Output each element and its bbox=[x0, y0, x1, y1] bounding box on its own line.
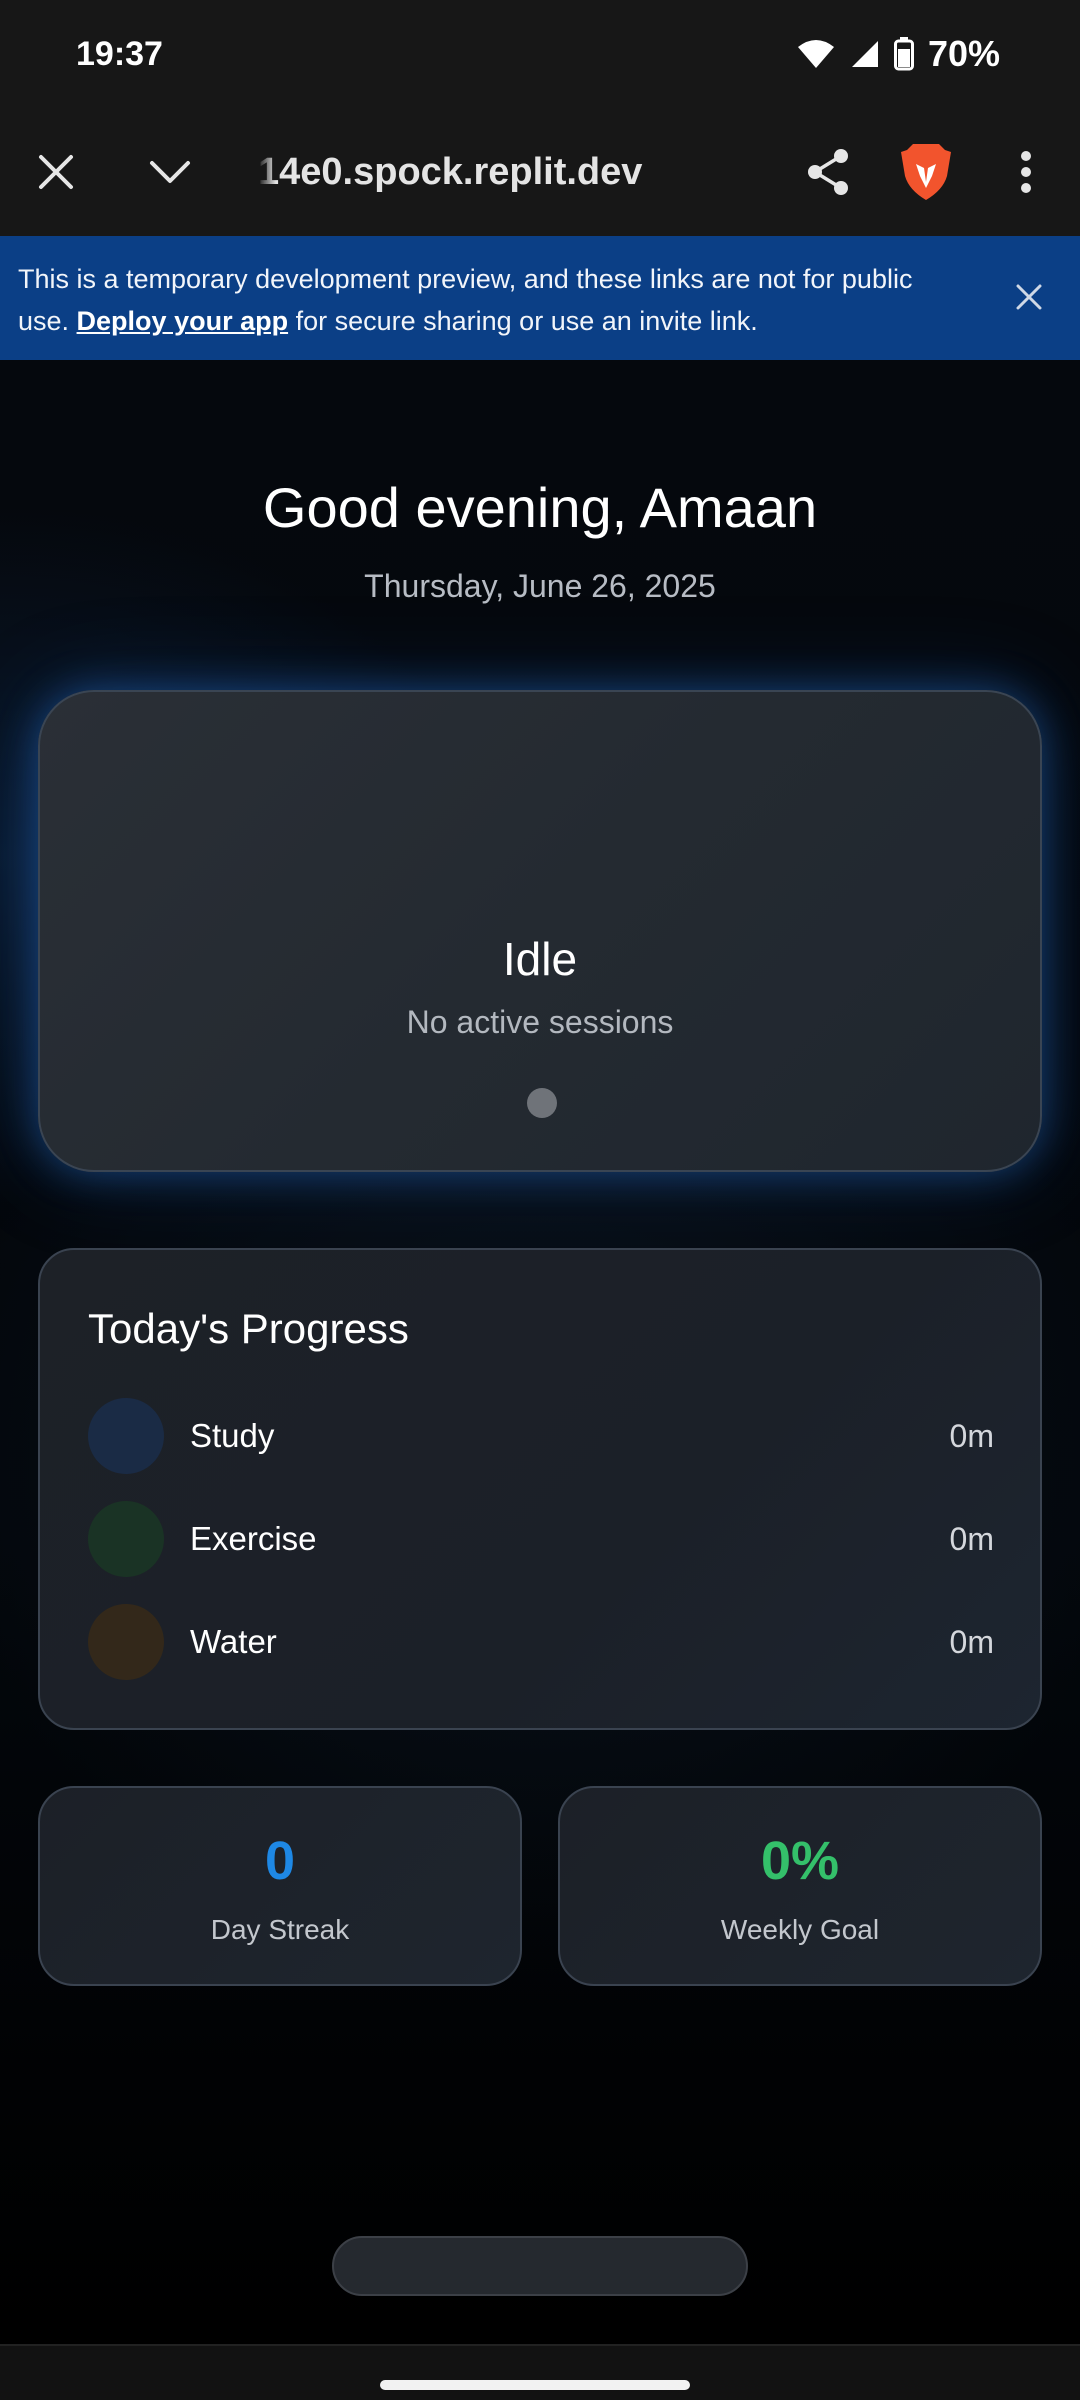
study-icon bbox=[88, 1398, 164, 1474]
browser-menu-button[interactable] bbox=[976, 108, 1076, 236]
session-status-subtitle: No active sessions bbox=[406, 1004, 674, 1040]
session-status-card[interactable]: Idle No active sessions bbox=[38, 690, 1042, 1172]
progress-title: Today's Progress bbox=[88, 1305, 409, 1352]
share-button[interactable] bbox=[778, 108, 878, 236]
progress-item-label: Exercise bbox=[190, 1520, 317, 1557]
bottom-action-bar[interactable] bbox=[332, 2236, 748, 2296]
share-icon bbox=[808, 149, 848, 195]
progress-item-label: Water bbox=[190, 1623, 277, 1660]
day-streak-card: 0 Day Streak bbox=[38, 1786, 522, 1986]
progress-item-water[interactable]: Water 0m bbox=[88, 1604, 994, 1680]
cell-signal-icon bbox=[851, 41, 878, 67]
close-icon bbox=[1016, 284, 1042, 310]
progress-item-exercise[interactable]: Exercise 0m bbox=[88, 1501, 994, 1577]
more-vert-icon bbox=[1021, 151, 1031, 193]
close-icon bbox=[39, 155, 73, 189]
session-status-title: Idle bbox=[502, 933, 578, 985]
status-icons: 70% bbox=[796, 33, 1000, 75]
banner-close-button[interactable] bbox=[1004, 272, 1054, 322]
water-icon bbox=[88, 1604, 164, 1680]
weekly-goal-card: 0% Weekly Goal bbox=[558, 1786, 1042, 1986]
status-bar: 19:37 70% bbox=[0, 0, 1080, 108]
status-time: 19:37 bbox=[76, 34, 163, 73]
dev-preview-banner: This is a temporary development preview,… bbox=[0, 236, 1080, 360]
progress-item-value: 0m bbox=[949, 1417, 994, 1454]
brave-shields-button[interactable] bbox=[876, 108, 976, 236]
progress-item-value: 0m bbox=[949, 1623, 994, 1660]
expand-toolbar-button[interactable] bbox=[120, 108, 220, 236]
home-gesture-handle[interactable] bbox=[380, 2380, 690, 2390]
progress-item-label: Study bbox=[190, 1417, 275, 1454]
url-bar[interactable]: 14e0.spock.replit.dev bbox=[258, 108, 778, 236]
battery-percentage: 70% bbox=[927, 33, 1000, 74]
battery-icon bbox=[893, 37, 914, 71]
system-nav-bar bbox=[0, 2344, 1080, 2400]
deploy-app-link[interactable]: Deploy your app bbox=[77, 306, 289, 336]
close-tab-button[interactable] bbox=[6, 108, 106, 236]
progress-item-study[interactable]: Study 0m bbox=[88, 1398, 994, 1474]
weekly-goal-label: Weekly Goal bbox=[720, 1914, 880, 1945]
browser-toolbar: 14e0.spock.replit.dev bbox=[0, 108, 1080, 236]
weekly-goal-value: 0% bbox=[760, 1831, 840, 1891]
progress-item-value: 0m bbox=[949, 1520, 994, 1557]
brave-lion-icon bbox=[901, 144, 951, 200]
banner-text-end: for secure sharing or use an invite link… bbox=[288, 306, 758, 336]
day-streak-label: Day Streak bbox=[210, 1914, 350, 1945]
todays-progress-card: Today's Progress Study 0m Exercise 0m Wa… bbox=[38, 1248, 1042, 1730]
wifi-icon bbox=[797, 40, 834, 68]
app-main: Good evening, Amaan Thursday, June 26, 2… bbox=[0, 360, 1080, 2344]
current-date: Thursday, June 26, 2025 bbox=[364, 568, 716, 604]
day-streak-value: 0 bbox=[264, 1831, 296, 1891]
exercise-icon bbox=[88, 1501, 164, 1577]
status-indicator-dot bbox=[527, 1088, 557, 1118]
chevron-down-icon bbox=[150, 161, 190, 183]
greeting-title: Good evening, Amaan bbox=[262, 476, 818, 539]
